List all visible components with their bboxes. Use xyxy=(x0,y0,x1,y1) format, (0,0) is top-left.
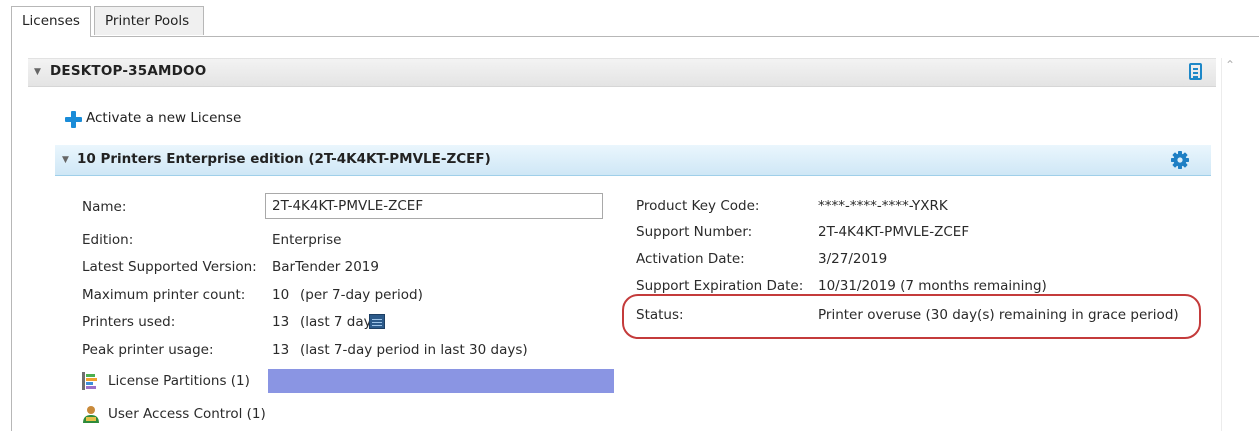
activation-date-label: Activation Date: xyxy=(636,251,745,267)
support-number-value: 2T-4K4KT-PMVLE-ZCEF xyxy=(818,224,970,240)
product-key-value: ****-****-****-YXRK xyxy=(818,198,948,214)
vertical-scrollbar[interactable] xyxy=(1221,58,1240,431)
peak-usage-value: 13 xyxy=(272,342,290,358)
tab-licenses[interactable]: Licenses xyxy=(11,6,91,37)
license-partitions-link[interactable]: License Partitions (1) xyxy=(108,373,250,389)
status-label: Status: xyxy=(636,307,684,323)
user-access-control-link[interactable]: User Access Control (1) xyxy=(108,406,266,422)
max-printer-label: Maximum printer count: xyxy=(82,287,246,303)
support-expiration-label: Support Expiration Date: xyxy=(636,278,804,294)
support-number-label: Support Number: xyxy=(636,224,753,240)
latest-version-label: Latest Supported Version: xyxy=(82,259,257,275)
partition-bar[interactable] xyxy=(268,369,614,393)
tab-printer-pools[interactable]: Printer Pools xyxy=(94,6,204,35)
license-title: 10 Printers Enterprise edition (2T-4K4KT… xyxy=(77,151,491,167)
license-header[interactable]: ▼ 10 Printers Enterprise edition (2T-4K4… xyxy=(55,145,1211,176)
peak-usage-label: Peak printer usage: xyxy=(82,342,214,358)
plus-icon[interactable] xyxy=(65,111,82,128)
chevron-down-icon[interactable]: ▼ xyxy=(34,67,41,77)
machine-header[interactable]: ▼ DESKTOP-35AMDOO xyxy=(28,58,1216,87)
printers-used-label: Printers used: xyxy=(82,314,176,330)
tab-panel xyxy=(11,36,1259,431)
calendar-icon[interactable] xyxy=(369,314,385,329)
activation-date-value: 3/27/2019 xyxy=(818,251,888,267)
edition-label: Edition: xyxy=(82,232,134,248)
scroll-up-icon[interactable]: ⌃ xyxy=(1225,58,1235,72)
name-label: Name: xyxy=(82,199,127,215)
latest-version-value: BarTender 2019 xyxy=(272,259,379,275)
max-printer-note: (per 7-day period) xyxy=(300,287,423,303)
activate-license-link[interactable]: Activate a new License xyxy=(86,110,241,126)
gear-icon[interactable] xyxy=(1170,150,1190,170)
name-field[interactable] xyxy=(265,193,603,219)
peak-usage-note: (last 7-day period in last 30 days) xyxy=(300,342,528,358)
user-icon xyxy=(83,406,99,423)
product-key-label: Product Key Code: xyxy=(636,198,760,214)
printers-used-value: 13 xyxy=(272,314,290,330)
menu-icon[interactable] xyxy=(1189,63,1202,80)
support-expiration-value: 10/31/2019 (7 months remaining) xyxy=(818,278,1047,294)
chevron-down-icon[interactable]: ▼ xyxy=(62,155,69,165)
machine-name: DESKTOP-35AMDOO xyxy=(50,63,207,79)
max-printer-value: 10 xyxy=(272,287,290,303)
partition-icon xyxy=(82,372,97,390)
status-value: Printer overuse (30 day(s) remaining in … xyxy=(818,307,1179,323)
edition-value: Enterprise xyxy=(272,232,342,248)
